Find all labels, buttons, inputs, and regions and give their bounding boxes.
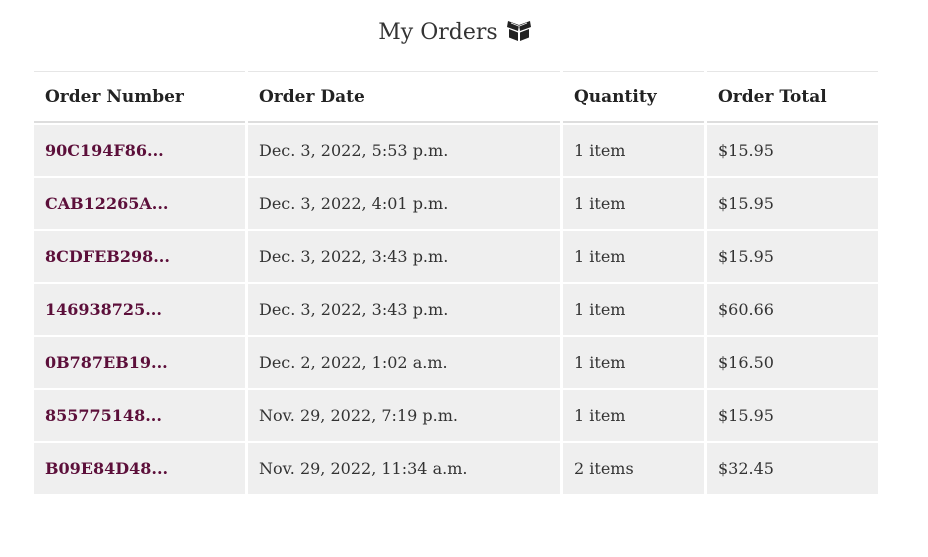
order-total-cell: $60.66 [707, 284, 878, 335]
quantity-cell: 1 item [563, 337, 704, 388]
order-total-cell: $15.95 [707, 231, 878, 282]
order-number-cell: 0B787EB19... [34, 337, 245, 388]
page-header: My Orders [0, 17, 910, 52]
order-date-cell: Dec. 3, 2022, 4:01 p.m. [248, 178, 560, 229]
quantity-cell: 1 item [563, 231, 704, 282]
table-row: 8CDFEB298... Dec. 3, 2022, 3:43 p.m. 1 i… [34, 231, 878, 282]
box-icon [506, 20, 532, 52]
order-number-link[interactable]: 90C194F86... [45, 141, 164, 160]
order-number-link[interactable]: 8CDFEB298... [45, 247, 170, 266]
header-order-total: Order Total [707, 71, 878, 123]
table-row: B09E84D48... Nov. 29, 2022, 11:34 a.m. 2… [34, 443, 878, 494]
order-date-cell: Dec. 3, 2022, 3:43 p.m. [248, 231, 560, 282]
header-quantity: Quantity [563, 71, 704, 123]
order-date-cell: Dec. 3, 2022, 3:43 p.m. [248, 284, 560, 335]
order-date-cell: Nov. 29, 2022, 11:34 a.m. [248, 443, 560, 494]
order-number-cell: 8CDFEB298... [34, 231, 245, 282]
order-total-cell: $16.50 [707, 337, 878, 388]
order-number-cell: CAB12265A... [34, 178, 245, 229]
orders-page: My Orders Order Number Order Date Quanti… [0, 0, 928, 557]
order-number-cell: B09E84D48... [34, 443, 245, 494]
table-row: 0B787EB19... Dec. 2, 2022, 1:02 a.m. 1 i… [34, 337, 878, 388]
header-order-date: Order Date [248, 71, 560, 123]
order-number-link[interactable]: CAB12265A... [45, 194, 168, 213]
quantity-cell: 2 items [563, 443, 704, 494]
order-number-link[interactable]: 855775148... [45, 406, 162, 425]
table-row: 90C194F86... Dec. 3, 2022, 5:53 p.m. 1 i… [34, 125, 878, 176]
order-number-link[interactable]: 146938725... [45, 300, 162, 319]
table-row: 855775148... Nov. 29, 2022, 7:19 p.m. 1 … [34, 390, 878, 441]
table-row: 146938725... Dec. 3, 2022, 3:43 p.m. 1 i… [34, 284, 878, 335]
order-date-cell: Dec. 2, 2022, 1:02 a.m. [248, 337, 560, 388]
order-date-cell: Nov. 29, 2022, 7:19 p.m. [248, 390, 560, 441]
order-number-cell: 90C194F86... [34, 125, 245, 176]
order-number-link[interactable]: 0B787EB19... [45, 353, 168, 372]
orders-table: Order Number Order Date Quantity Order T… [31, 69, 881, 496]
quantity-cell: 1 item [563, 178, 704, 229]
header-order-number: Order Number [34, 71, 245, 123]
order-date-cell: Dec. 3, 2022, 5:53 p.m. [248, 125, 560, 176]
order-number-cell: 146938725... [34, 284, 245, 335]
page-title: My Orders [378, 20, 498, 45]
order-total-cell: $15.95 [707, 125, 878, 176]
order-total-cell: $15.95 [707, 178, 878, 229]
table-row: CAB12265A... Dec. 3, 2022, 4:01 p.m. 1 i… [34, 178, 878, 229]
order-number-link[interactable]: B09E84D48... [45, 459, 168, 478]
quantity-cell: 1 item [563, 125, 704, 176]
order-total-cell: $15.95 [707, 390, 878, 441]
order-number-cell: 855775148... [34, 390, 245, 441]
order-total-cell: $32.45 [707, 443, 878, 494]
quantity-cell: 1 item [563, 390, 704, 441]
table-header-row: Order Number Order Date Quantity Order T… [34, 71, 878, 123]
quantity-cell: 1 item [563, 284, 704, 335]
